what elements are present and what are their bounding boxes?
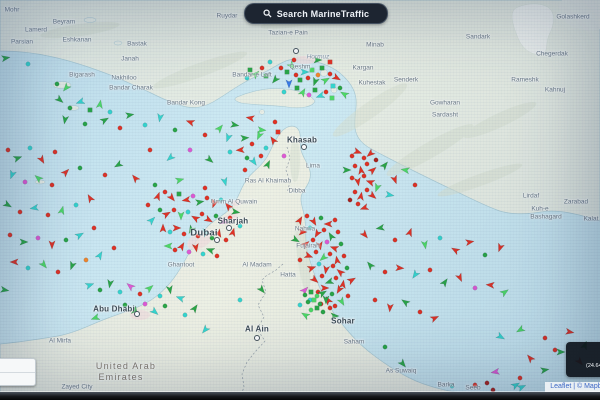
map-zoom-control[interactable] xyxy=(0,358,36,386)
search-bar[interactable]: Search MarineTraffic xyxy=(244,3,388,24)
tooltip-line: 2 xyxy=(570,345,600,354)
coordinates-tooltip: 25(24.647017, 5 xyxy=(566,342,600,377)
photo-vignette xyxy=(0,0,600,400)
tooltip-line: (24.647017, 5 xyxy=(570,362,600,371)
tooltip-line: 5 xyxy=(570,354,600,363)
search-label: Search MarineTraffic xyxy=(277,9,370,19)
marine-traffic-map[interactable]: MohrBeyramLamerdParsianEshkananBastakRuy… xyxy=(0,0,600,400)
search-icon xyxy=(263,9,272,18)
zoom-control-divider xyxy=(0,372,35,373)
attribution-links[interactable]: Leaflet | © Mapbox xyxy=(550,383,600,390)
monitor-bezel xyxy=(0,392,600,400)
